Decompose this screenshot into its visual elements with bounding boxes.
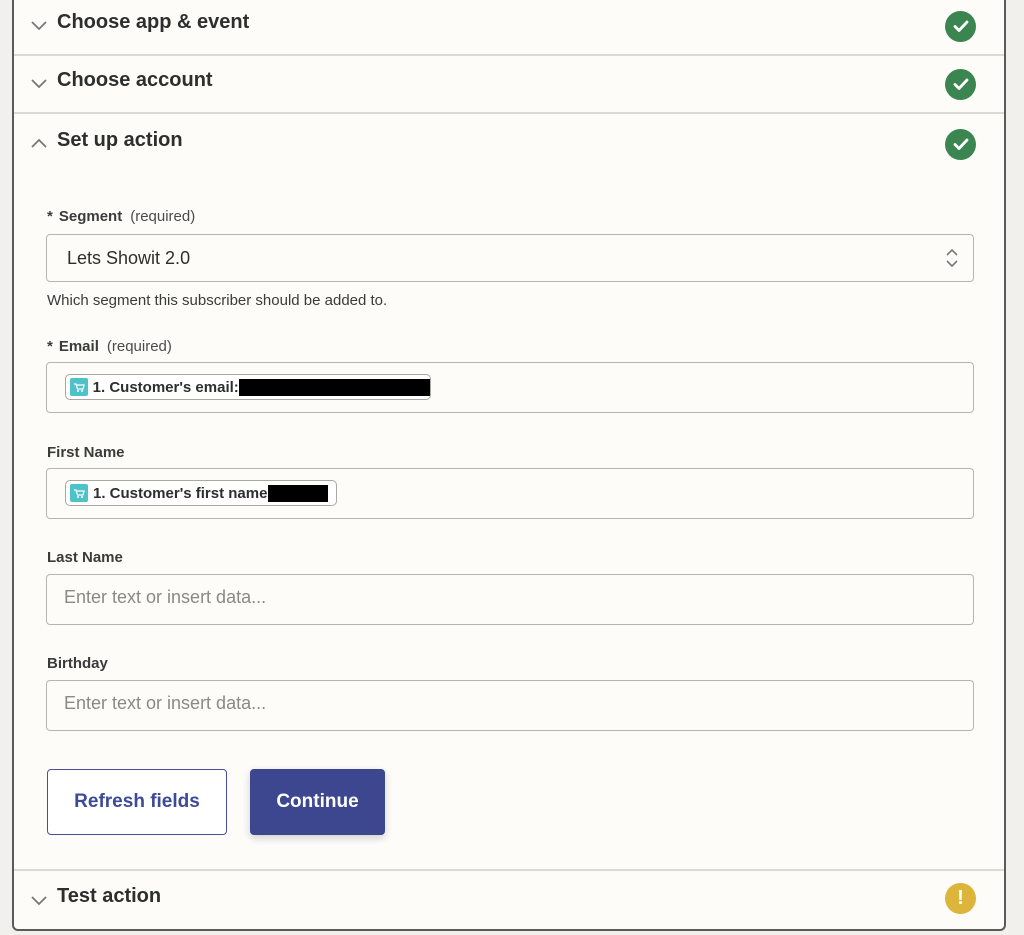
shopping-cart-app-icon (70, 484, 88, 502)
last-name-label: Last Name (47, 549, 123, 566)
section-choose-account[interactable]: Choose account (14, 54, 1004, 114)
section-title: Set up action (57, 129, 183, 151)
shopping-cart-app-icon (70, 378, 88, 396)
birthday-label: Birthday (47, 655, 108, 672)
segment-select-value: Lets Showit 2.0 (67, 248, 191, 268)
first-name-field[interactable]: 1. Customer's first name: (46, 468, 974, 519)
email-label-text: Email (58, 338, 99, 355)
first-name-pill-text: 1. Customer's first name: (93, 484, 273, 502)
required-hint: (required) (106, 338, 172, 355)
section-choose-app-event[interactable]: Choose app & event (14, 0, 1004, 56)
email-label: * Email (required) (47, 338, 172, 355)
last-name-field[interactable]: Enter text or insert data... (46, 574, 974, 625)
chevron-down-icon (30, 75, 48, 93)
first-name-data-pill[interactable]: 1. Customer's first name: (65, 480, 337, 506)
section-title: Choose account (57, 69, 213, 91)
last-name-placeholder: Enter text or insert data... (64, 587, 267, 607)
email-field[interactable]: 1. Customer's email: (46, 362, 974, 413)
required-asterisk: * (47, 338, 53, 355)
birthday-placeholder: Enter text or insert data... (64, 693, 267, 713)
exclamation-circle-icon: ! (945, 883, 976, 914)
check-circle-icon (945, 69, 976, 100)
redacted-value (238, 378, 430, 396)
zap-step-panel: Choose app & event Choose account Set up… (12, 0, 1006, 931)
email-pill-text: 1. Customer's email: (92, 378, 239, 396)
email-data-pill[interactable]: 1. Customer's email: (65, 374, 431, 400)
chevron-down-icon (30, 892, 48, 910)
segment-select[interactable]: Lets Showit 2.0 (46, 234, 974, 282)
chevron-up-icon (30, 134, 48, 152)
chevron-down-icon (30, 17, 48, 35)
required-asterisk: * (47, 208, 53, 225)
segment-label-text: Segment (58, 208, 123, 225)
check-circle-icon (945, 11, 976, 42)
section-title: Choose app & event (57, 11, 250, 33)
section-test-action[interactable]: Test action ! (14, 869, 1004, 929)
first-name-label: First Name (47, 444, 125, 461)
section-set-up-action[interactable]: Set up action (14, 114, 1004, 174)
check-circle-icon (945, 129, 976, 160)
refresh-fields-button[interactable]: Refresh fields (47, 769, 227, 835)
section-title: Test action (57, 885, 162, 907)
required-hint: (required) (130, 208, 196, 225)
segment-label: * Segment (required) (47, 208, 195, 225)
redacted-value (268, 484, 329, 502)
segment-help-text: Which segment this subscriber should be … (47, 292, 388, 309)
select-arrows-icon (945, 248, 959, 273)
birthday-field[interactable]: Enter text or insert data... (46, 680, 974, 731)
continue-button[interactable]: Continue (250, 769, 385, 835)
